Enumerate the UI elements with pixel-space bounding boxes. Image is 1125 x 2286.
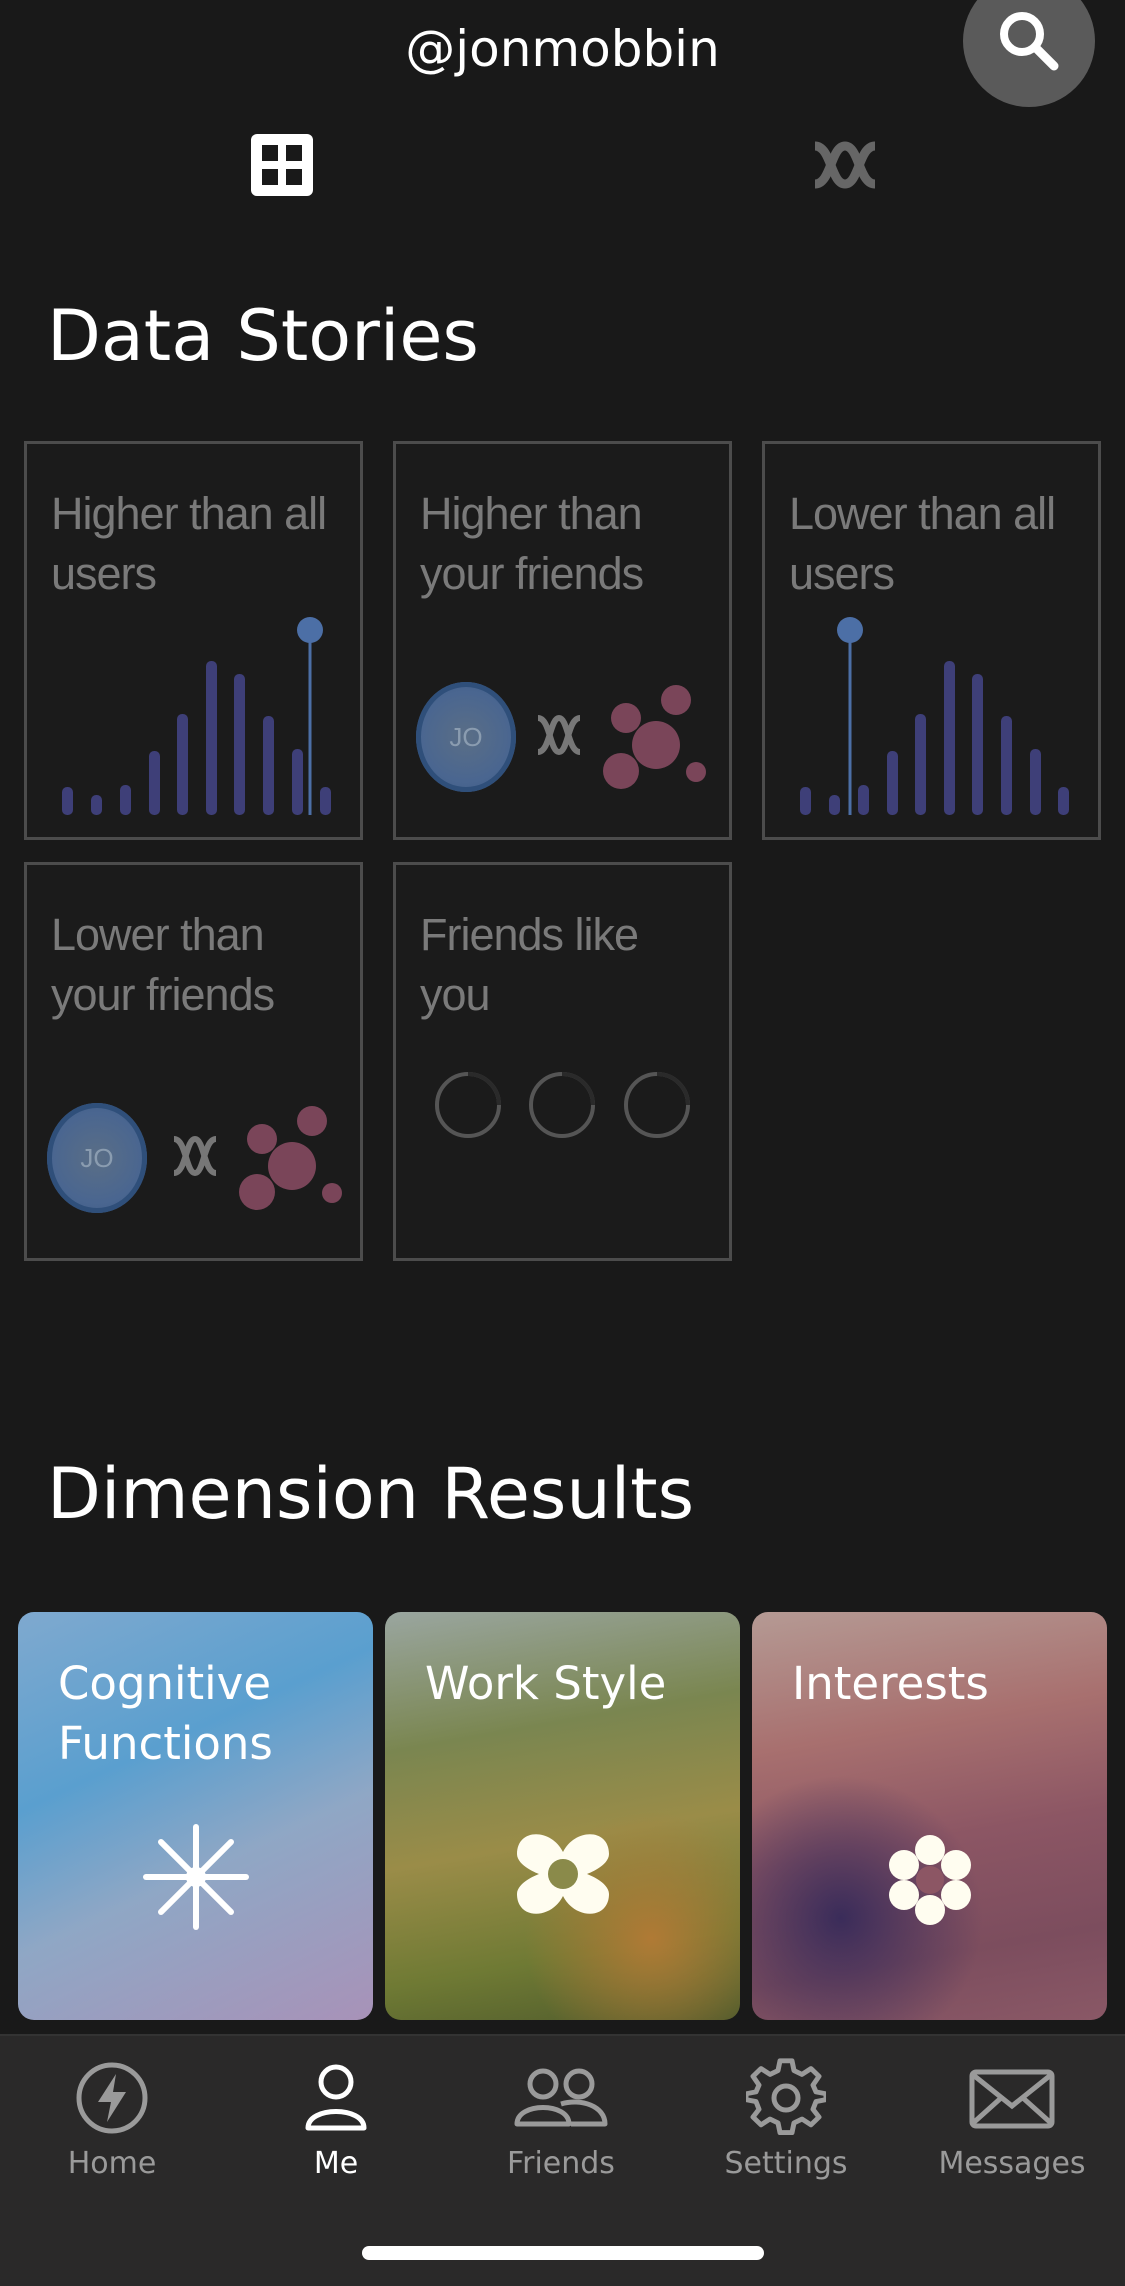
- quatrefoil-icon: [517, 1834, 609, 1914]
- distribution-chart-icon: [800, 617, 1069, 815]
- story-card-higher-all-users[interactable]: Higher than all users: [24, 441, 363, 840]
- story-card-friends-like-you[interactable]: Friends like you: [393, 862, 732, 1261]
- person-icon: [305, 2064, 367, 2131]
- story-card-label: Lower than your friends: [51, 909, 275, 1020]
- search-button[interactable]: [963, 0, 1095, 107]
- dimension-results-title: Dimension Results: [47, 1453, 695, 1535]
- grid-icon: [251, 134, 313, 196]
- friends-dots-icon: [239, 1106, 342, 1210]
- flower-icon: [889, 1835, 971, 1925]
- story-card-label: Higher than your friends: [420, 488, 644, 599]
- nav-messages[interactable]: Messages: [922, 2058, 1102, 2181]
- home-indicator[interactable]: [362, 2246, 764, 2260]
- story-card-label: Lower than all users: [789, 488, 1056, 599]
- dimension-card-label: Work Style: [425, 1657, 667, 1710]
- dimension-card-work-style[interactable]: Work Style: [385, 1612, 740, 2020]
- compare-icon: [813, 141, 877, 189]
- story-card-higher-friends[interactable]: Higher than your friends JO: [393, 441, 732, 840]
- nav-settings[interactable]: Settings: [696, 2058, 876, 2181]
- nav-label: Home: [67, 2146, 157, 2181]
- nav-label: Settings: [724, 2146, 848, 2181]
- loading-spinner-icon: [435, 1072, 690, 1138]
- envelope-icon: [969, 2069, 1055, 2129]
- distribution-chart-icon: [62, 617, 331, 815]
- story-card-label: Higher than all users: [51, 488, 327, 599]
- data-stories-title: Data Stories: [47, 295, 479, 377]
- nav-friends[interactable]: Friends: [471, 2058, 651, 2181]
- search-icon: [1000, 12, 1059, 71]
- nav-label: Friends: [507, 2146, 615, 2181]
- avatar: JO: [47, 1103, 147, 1213]
- tab-grid[interactable]: [237, 120, 327, 210]
- dimension-card-cognitive-functions[interactable]: Cognitive Functions: [18, 1612, 373, 2020]
- compare-icon: [172, 1135, 218, 1177]
- dimension-card-interests[interactable]: Interests: [752, 1612, 1107, 2020]
- tab-compare[interactable]: [800, 120, 890, 210]
- story-card-lower-all-users[interactable]: Lower than all users: [762, 441, 1101, 840]
- nav-me[interactable]: Me: [246, 2058, 426, 2181]
- dimension-card-label: Interests: [792, 1657, 989, 1710]
- nav-home[interactable]: Home: [22, 2058, 202, 2181]
- lightning-icon: [76, 2062, 148, 2134]
- profile-handle: @jonmobbin: [405, 20, 720, 78]
- story-card-lower-friends[interactable]: Lower than your friends JO: [24, 862, 363, 1261]
- story-card-label: Friends like you: [420, 909, 639, 1020]
- gear-icon: [743, 2058, 829, 2136]
- avatar: JO: [416, 682, 516, 792]
- dimension-card-label: Cognitive Functions: [58, 1657, 273, 1770]
- friends-icon: [514, 2068, 608, 2127]
- sparkle-icon: [143, 1824, 249, 1930]
- friends-dots-icon: [603, 685, 706, 789]
- nav-label: Messages: [938, 2146, 1086, 2181]
- nav-label: Me: [313, 2146, 359, 2181]
- compare-icon: [536, 714, 582, 756]
